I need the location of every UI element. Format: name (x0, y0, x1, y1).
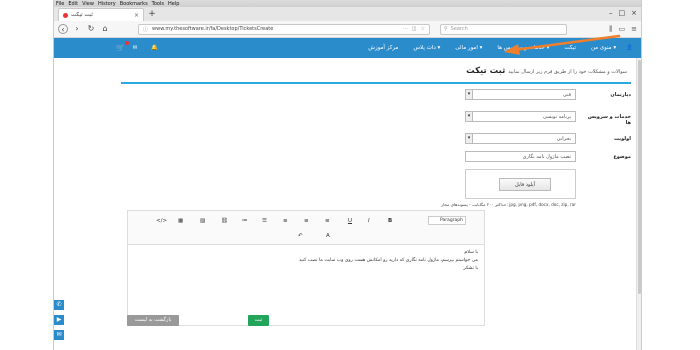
menu-history[interactable]: History (98, 1, 116, 7)
bookmark-star-icon[interactable]: ☆ (421, 26, 425, 32)
menu-bar: File Edit View History Bookmarks Tools H… (54, 0, 641, 7)
table-icon[interactable]: ▦ (178, 218, 183, 224)
chevron-down-icon: ▾ (466, 90, 473, 99)
services-select[interactable]: ▾ برنامه نویسی (465, 111, 576, 122)
underline-icon[interactable]: U (348, 218, 352, 224)
search-placeholder: Search (450, 26, 468, 32)
message-editor: </> ▦ ▨ ⛓ ≔ ☰ ≡ ≡ ≡ U I B Paragraph ↶ A … (127, 210, 485, 326)
menu-file[interactable]: File (56, 1, 64, 7)
subject-input[interactable]: نصب ماژول نامه نگاری (465, 151, 576, 162)
editor-body[interactable]: با سلام می خواستم بپرسم، ماژول نامه نگار… (128, 245, 484, 325)
paragraph-value: Paragraph (439, 218, 463, 223)
subject-label: موضوع (613, 154, 631, 160)
services-label: خدمات و سرویس ها (587, 114, 631, 126)
font-color-icon[interactable]: A (326, 233, 330, 239)
pocket-icon[interactable]: ◫ (412, 26, 417, 32)
menu-icon[interactable]: ≡ (631, 25, 637, 34)
page-scrollbar[interactable] (636, 58, 641, 350)
page-subtitle: سوالات و مشکلات خود را از طریق فرم زیر ا… (508, 69, 627, 75)
info-icon: ⓘ (143, 26, 149, 33)
url-text: www.my.thesoftware.ir/fa/Desktop/Tickets… (152, 26, 274, 32)
scrollbar-thumb[interactable] (638, 60, 641, 294)
link-icon[interactable]: ⛓ (221, 218, 228, 224)
priority-select[interactable]: ▾ بحرانی (465, 133, 576, 144)
nav-finance[interactable]: امور مالی ▾ (455, 45, 482, 51)
message-line: با سلام (464, 250, 478, 255)
submit-button[interactable]: ثبت (248, 315, 269, 326)
image-icon[interactable]: ▨ (200, 218, 205, 224)
favicon-icon (63, 12, 68, 18)
menu-help[interactable]: Help (168, 1, 179, 7)
email-icon[interactable]: ✉ (54, 330, 64, 340)
phone-icon[interactable]: ✆ (54, 300, 64, 310)
code-view-icon[interactable]: </> (156, 218, 167, 224)
italic-icon[interactable]: I (368, 218, 370, 224)
upload-file-button[interactable]: آپلود فایل (499, 178, 551, 191)
cart-icon[interactable]: 🛒 (116, 41, 129, 52)
window-controls: – □ × (609, 9, 637, 17)
department-value: فنی (562, 91, 571, 98)
video-icon[interactable]: ▶ (54, 315, 64, 325)
undo-icon[interactable]: ↶ (298, 233, 303, 239)
editor-toolbar: </> ▦ ▨ ⛓ ≔ ☰ ≡ ≡ ≡ U I B Paragraph ↶ A (128, 211, 484, 245)
menu-bookmarks[interactable]: Bookmarks (120, 1, 148, 7)
tab-strip: ثبت تیکت × + – □ × (54, 7, 641, 21)
forward-arrow-icon[interactable]: › (72, 24, 82, 34)
screenshot-canvas: File Edit View History Bookmarks Tools H… (0, 0, 700, 350)
chevron-down-icon: ▾ (466, 134, 473, 143)
mail-icon[interactable]: ✉ (133, 45, 138, 51)
search-icon: ⚲ (444, 26, 448, 32)
home-icon[interactable]: ⌂ (100, 24, 110, 34)
ticket-form: دپارتمان ▾ فنی خدمات و سرویس ها ▾ برنامه… (121, 82, 631, 339)
annotation-arrow-icon (504, 34, 621, 55)
unordered-list-icon[interactable]: ☰ (262, 218, 267, 224)
department-select[interactable]: ▾ فنی (465, 89, 576, 100)
menu-tools[interactable]: Tools (152, 1, 164, 7)
close-window-icon[interactable]: × (631, 9, 637, 17)
maximize-icon[interactable]: □ (619, 9, 626, 17)
align-left-icon[interactable]: ≡ (325, 218, 330, 224)
message-line: می خواستم بپرسم، ماژول نامه نگاری که دار… (298, 258, 478, 263)
chevron-down-icon: ▾ (466, 112, 473, 121)
nav-training-center[interactable]: مرکز آموزش (368, 45, 398, 51)
new-tab-button[interactable]: + (147, 10, 157, 20)
nav-dotplus[interactable]: دات پلاس ▾ (413, 45, 440, 51)
priority-label: اولویت (613, 136, 631, 142)
page-content: سوالات و مشکلات خود را از طریق فرم زیر ا… (54, 58, 641, 339)
browser-tab[interactable]: ثبت تیکت × (58, 8, 144, 21)
paragraph-select[interactable]: Paragraph (428, 216, 466, 225)
upload-area: آپلود فایل (465, 169, 576, 199)
align-right-icon[interactable]: ≡ (283, 218, 288, 224)
address-bar[interactable]: ⓘ www.my.thesoftware.ir/fa/Desktop/Ticke… (138, 23, 430, 35)
page-title: سوالات و مشکلات خود را از طریق فرم زیر ا… (121, 66, 631, 76)
subject-value: نصب ماژول نامه نگاری (522, 153, 571, 160)
bell-icon[interactable]: 🔔 (151, 45, 158, 51)
menu-view[interactable]: View (82, 1, 94, 7)
upload-hint: حداکثر ۲۰۰ مگابایت - پسوندهای مجاز: jpg,… (441, 202, 576, 207)
page-heading: ثبت تیکت (466, 66, 506, 76)
browser-window: File Edit View History Bookmarks Tools H… (53, 0, 642, 350)
department-label: دپارتمان (610, 92, 631, 98)
back-to-list-button[interactable]: بازگشت به لیست (127, 315, 179, 326)
ordered-list-icon[interactable]: ≔ (242, 218, 248, 224)
message-line: با تشکر (463, 266, 478, 271)
minimize-icon[interactable]: – (609, 9, 613, 17)
reload-icon[interactable]: ↻ (86, 24, 96, 34)
more-icon[interactable]: ··· (403, 26, 408, 32)
priority-value: بحرانی (556, 135, 571, 142)
back-arrow-icon[interactable]: ‹ (58, 24, 68, 34)
align-center-icon[interactable]: ≡ (304, 218, 309, 224)
menu-edit[interactable]: Edit (68, 1, 78, 7)
services-value: برنامه نویسی (542, 113, 571, 120)
bold-icon[interactable]: B (388, 218, 392, 224)
user-icon[interactable]: 👤 (626, 45, 633, 51)
tab-title: ثبت تیکت (71, 12, 93, 18)
close-tab-icon[interactable]: × (134, 12, 139, 19)
